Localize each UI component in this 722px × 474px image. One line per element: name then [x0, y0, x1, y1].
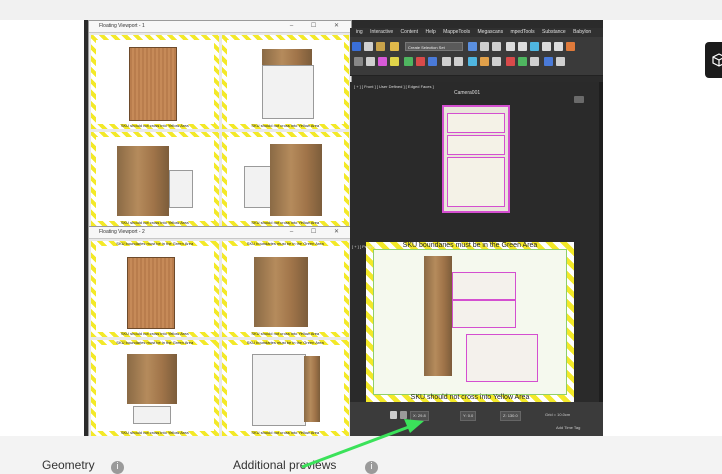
- arrow-annotation: [301, 419, 424, 469]
